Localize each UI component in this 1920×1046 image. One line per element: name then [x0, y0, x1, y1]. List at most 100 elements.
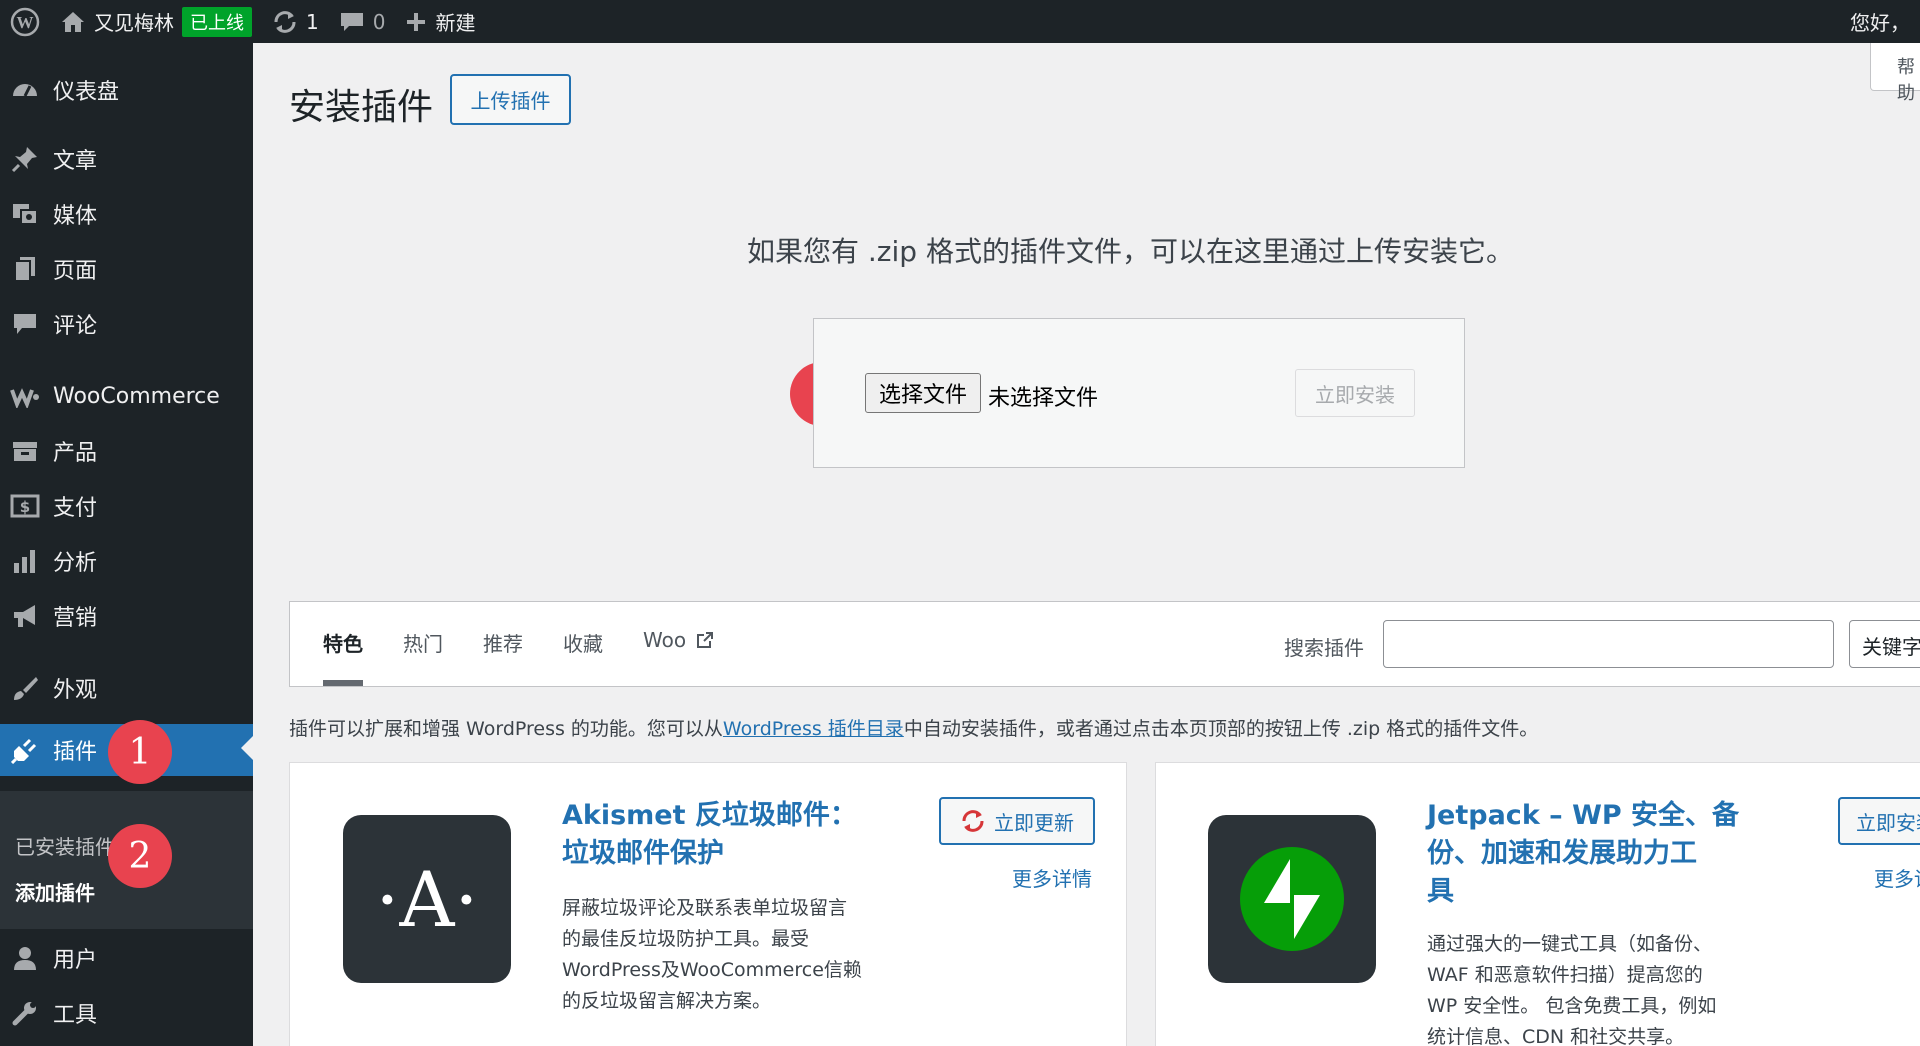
woo-icon [9, 380, 41, 412]
plugins-intro: 插件可以扩展和增强 WordPress 的功能。您可以从WordPress 插件… [289, 714, 1538, 741]
sidebar-item-posts[interactable]: 文章 [0, 135, 253, 183]
sidebar-item-users[interactable]: 用户 [0, 934, 253, 982]
wordpress-logo-icon[interactable]: W [0, 0, 50, 43]
plugin-name-line: 份、加速和发展助力工 [1427, 838, 1697, 869]
chart-icon [9, 545, 41, 577]
tab-woo-label: Woo [643, 628, 687, 652]
install-now-button[interactable]: 立即安装 [1838, 797, 1920, 845]
comment-icon [340, 12, 363, 31]
admin-bar: W 又见梅林 已上线 1 0 新建 您好， [0, 0, 1920, 43]
sidebar-item-label: 分析 [53, 551, 98, 576]
external-link-icon [697, 632, 714, 648]
sidebar-item-dashboard[interactable]: 仪表盘 [0, 66, 253, 114]
site-name: 又见梅林 [94, 11, 174, 35]
comments-count: 0 [372, 9, 386, 34]
sidebar-item-label: 外观 [53, 678, 98, 703]
plus-icon [407, 12, 426, 31]
sidebar-item-label: WooCommerce [53, 383, 220, 409]
comment-icon [9, 308, 41, 340]
akismet-logo: ·A· [343, 815, 511, 983]
description-line: 通过强大的一键式工具（如备份、 [1427, 933, 1713, 955]
sidebar-item-label: 工具 [53, 1003, 98, 1028]
plugin-name-line: 具 [1427, 876, 1454, 907]
updates-link[interactable]: 1 [262, 0, 329, 43]
plugin-name-link[interactable]: Jetpack – WP 安全、备 份、加速和发展助力工 具 [1427, 797, 1739, 911]
tab-favorites[interactable]: 收藏 [563, 628, 603, 686]
more-details-link[interactable]: 更多详情 [1012, 863, 1092, 892]
update-now-button[interactable]: 立即更新 [939, 797, 1095, 845]
intro-text-after: 中自动安装插件，或者通过点击本页顶部的按钮上传 .zip 格式的插件文件。 [903, 718, 1539, 740]
greeting: 您好， [1850, 11, 1910, 35]
new-content-link[interactable]: 新建 [395, 0, 485, 43]
help-tab[interactable]: 帮助 [1870, 43, 1920, 104]
install-now-button[interactable]: 立即安装 [1295, 369, 1415, 417]
sidebar-item-tools[interactable]: 工具 [0, 989, 253, 1037]
media-icon [9, 198, 41, 230]
plugin-description: 通过强大的一键式工具（如备份、 WAF 和恶意软件扫描）提高您的 WP 安全性。… [1427, 929, 1716, 1046]
tab-woo[interactable]: Woo [643, 628, 714, 686]
sidebar-item-label: 仪表盘 [53, 80, 120, 105]
search-plugins-input[interactable] [1383, 620, 1834, 668]
upload-hint: 如果您有 .zip 格式的插件文件，可以在这里通过上传安装它。 [747, 235, 1514, 268]
user-icon [9, 942, 41, 974]
tab-featured[interactable]: 特色 [323, 628, 363, 686]
description-line: WAF 和恶意软件扫描）提高您的 [1427, 964, 1703, 986]
description-line: 屏蔽垃圾评论及联系表单垃圾留言 [562, 897, 848, 919]
plugin-icon [9, 734, 41, 766]
sidebar-item-label: 用户 [53, 948, 98, 973]
description-line: WordPress及WooCommerce信赖 [562, 959, 862, 981]
plugin-card-jetpack: Jetpack – WP 安全、备 份、加速和发展助力工 具 立即安装 更多详情… [1155, 762, 1920, 1046]
plugin-description: 屏蔽垃圾评论及联系表单垃圾留言 的最佳反垃圾防护工具。最受 WordPress及… [562, 893, 862, 1017]
submenu-installed-plugins[interactable]: 已安装插件 [15, 831, 115, 860]
akismet-logo-letter: ·A· [375, 854, 479, 944]
description-line: 的最佳反垃圾防护工具。最受 [562, 928, 810, 950]
upload-plugin-button[interactable]: 上传插件 [450, 74, 571, 125]
plugin-directory-link[interactable]: WordPress 插件目录 [723, 718, 904, 740]
admin-sidebar: 仪表盘 文章 媒体 页面 评论 WooCommerce 产品 $ 支付 分析 营… [0, 43, 253, 1046]
update-now-label: 立即更新 [994, 810, 1074, 835]
page-title: 安装插件 [289, 87, 434, 128]
sidebar-item-label: 评论 [53, 314, 98, 339]
payment-icon: $ [9, 490, 41, 522]
choose-file-button[interactable]: 选择文件 [865, 373, 981, 413]
plugin-card-akismet: ·A· Akismet 反垃圾邮件： 垃圾邮件保护 立即更新 更多详情 屏蔽垃圾… [289, 762, 1127, 1046]
submenu-add-plugin[interactable]: 添加插件 [15, 877, 95, 906]
plugin-name-line: 垃圾邮件保护 [562, 838, 724, 869]
dashboard-icon [9, 74, 41, 106]
page-icon [9, 253, 41, 285]
description-line: WP 安全性。 包含免费工具，例如 [1427, 995, 1717, 1017]
more-details-link[interactable]: 更多详情 [1874, 863, 1920, 892]
sidebar-item-label: 产品 [53, 441, 98, 466]
megaphone-icon [9, 600, 41, 632]
sidebar-item-media[interactable]: 媒体 [0, 190, 253, 238]
lightning-icon [1240, 847, 1344, 951]
brush-icon [9, 672, 41, 704]
wrench-icon [9, 997, 41, 1029]
search-type-select[interactable]: 关键字 [1849, 620, 1920, 668]
sidebar-item-analytics[interactable]: 分析 [0, 537, 253, 585]
sidebar-item-pages[interactable]: 页面 [0, 245, 253, 293]
new-label: 新建 [435, 11, 476, 35]
step-badge-1: 1 [108, 720, 172, 784]
sidebar-item-appearance[interactable]: 外观 [0, 664, 253, 712]
svg-text:W: W [17, 13, 34, 32]
plugin-name-link[interactable]: Akismet 反垃圾邮件： 垃圾邮件保护 [562, 797, 857, 873]
sidebar-item-label: 文章 [53, 149, 98, 174]
comments-link[interactable]: 0 [329, 0, 396, 43]
sidebar-item-products[interactable]: 产品 [0, 427, 253, 475]
site-name-link[interactable]: 又见梅林 已上线 [50, 0, 262, 43]
sidebar-item-comments[interactable]: 评论 [0, 300, 253, 348]
pin-icon [9, 143, 41, 175]
tab-popular[interactable]: 热门 [403, 628, 443, 686]
sidebar-item-woocommerce[interactable]: WooCommerce [0, 372, 253, 420]
refresh-icon [274, 10, 296, 33]
tab-recommended[interactable]: 推荐 [483, 628, 523, 686]
sidebar-item-label: 插件 [53, 740, 98, 765]
sidebar-item-payments[interactable]: $ 支付 [0, 482, 253, 530]
home-icon [62, 11, 84, 32]
sidebar-item-marketing[interactable]: 营销 [0, 592, 253, 640]
sidebar-item-label: 支付 [53, 496, 98, 521]
sidebar-item-label: 营销 [53, 606, 98, 631]
plugin-name-line: Akismet 反垃圾邮件： [562, 800, 857, 831]
account-menu[interactable]: 您好， [1850, 0, 1920, 43]
